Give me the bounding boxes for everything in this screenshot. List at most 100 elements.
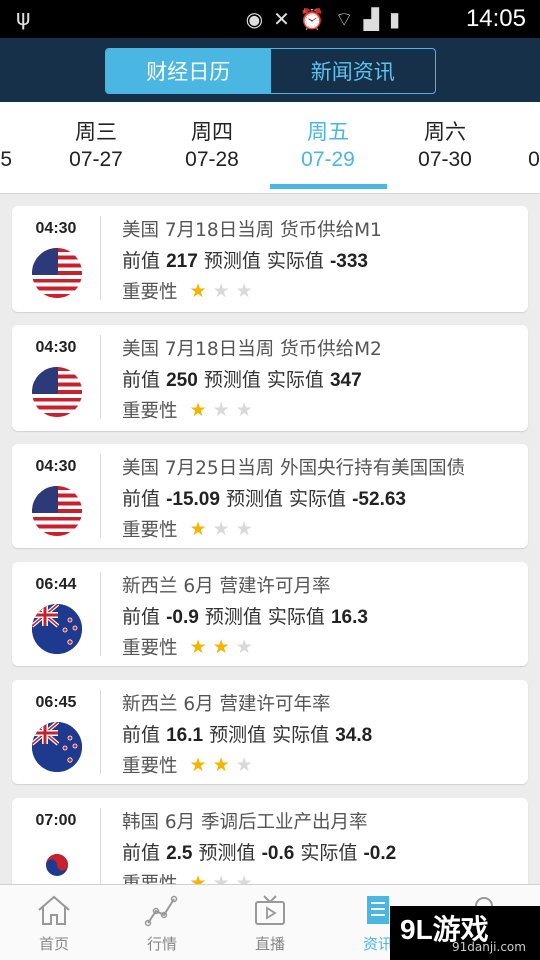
importance-stars: ★ ★ ★ — [189, 871, 253, 884]
event-time: 06:44 — [35, 576, 77, 593]
importance-stars: ★ ★ ★ — [190, 517, 253, 540]
star-icon: ★ — [235, 517, 253, 540]
actual-label: 实际值 — [272, 724, 330, 746]
actual-value: -333 — [329, 251, 368, 272]
actual-label: 实际值 — [266, 250, 324, 272]
star-icon: ★ — [235, 279, 253, 302]
actual-value: -52.63 — [352, 489, 406, 510]
selected-date-indicator — [270, 184, 387, 189]
event-card[interactable]: 06:44 新西兰 6月 营建许可月率 前值 -0.9 预测值 实际值 16.3… — [12, 562, 528, 666]
forecast-label: 预测值 — [198, 842, 256, 864]
event-card[interactable]: 04:30 美国 7月25日当周 外国央行持有美国国债 前值 -15.09 预测… — [12, 444, 528, 548]
event-card[interactable]: 04:30 美国 7月18日当周 货币供给M2 前值 250 预测值 实际值 3… — [12, 325, 528, 431]
star-icon: ★ — [212, 635, 230, 658]
watermark-site: 91danji.com — [452, 940, 526, 954]
alarm-icon: ⏰ — [299, 7, 325, 31]
forecast-label: 预测值 — [203, 250, 261, 272]
importance-row: 重要性 ★ ★ ★ — [122, 870, 253, 884]
status-icons: ◉ ✕ ⏰ ⌔ ▟ ▮ — [246, 7, 400, 32]
nav-live[interactable]: 直播 — [216, 885, 324, 960]
tab-calendar[interactable]: 财经日历 — [106, 49, 271, 93]
event-time: 07:00 — [35, 812, 77, 829]
usb-icon: ψ — [16, 6, 31, 31]
nz-flag-graphic — [32, 722, 82, 772]
star-icon: ★ — [212, 279, 230, 302]
date-weekday: 周五 — [307, 120, 349, 144]
event-title: 新西兰 6月 营建许可月率 — [122, 576, 331, 597]
date-weekday: 周四 — [191, 120, 233, 144]
prev-label: 前值 — [122, 488, 161, 510]
nav-label: 直播 — [254, 935, 285, 953]
card-divider — [100, 335, 101, 419]
date-weekday — [476, 116, 540, 148]
kr-flag-icon — [32, 840, 82, 884]
battery-icon: ▮ — [388, 7, 400, 31]
date-item[interactable]: 周三 07-27 — [38, 116, 154, 172]
star-icon: ★ — [189, 871, 207, 884]
card-divider — [100, 454, 101, 538]
wifi-icon: ⌔ — [334, 7, 354, 31]
event-values: 前值 217 预测值 实际值 -333 — [122, 246, 368, 273]
forecast-label: 预测值 — [204, 606, 262, 628]
prev-label: 前值 — [122, 842, 161, 864]
kr-flag-graphic — [32, 840, 82, 884]
date-item[interactable]: 周四 07-28 — [154, 116, 270, 172]
forecast-label: 预测值 — [203, 369, 261, 391]
actual-value: -0.2 — [363, 843, 397, 864]
event-card[interactable]: 04:30 美国 7月18日当周 货币供给M1 前值 217 预测值 实际值 -… — [12, 206, 528, 312]
event-card[interactable]: 06:45 新西兰 6月 营建许可年率 前值 16.1 预测值 实际值 34.8… — [12, 680, 528, 784]
date-value: 07-29 — [301, 148, 355, 171]
actual-label: 实际值 — [266, 369, 324, 391]
date-item[interactable]: 0 — [476, 116, 540, 172]
event-list[interactable]: 04:30 美国 7月18日当周 货币供给M1 前值 217 预测值 实际值 -… — [0, 194, 540, 884]
actual-label: 实际值 — [289, 488, 347, 510]
date-strip: 5 周三 07-27 周四 07-28 周五 07-29 周六 07-30 0 — [0, 102, 540, 194]
prev-value: 2.5 — [166, 843, 193, 864]
tab-news[interactable]: 新闻资讯 — [271, 49, 436, 93]
nav-market[interactable]: 行情 — [108, 885, 216, 960]
actual-value: 34.8 — [335, 725, 373, 746]
star-icon: ★ — [235, 753, 253, 776]
importance-stars: ★ ★ ★ — [189, 753, 253, 776]
nz-flag-icon — [32, 604, 82, 654]
date-weekday: 周三 — [75, 120, 117, 144]
mute-icon: ✕ — [273, 7, 290, 31]
us-flag-icon — [32, 486, 82, 536]
importance-row: 重要性 ★ ★ ★ — [122, 752, 253, 778]
importance-stars: ★ ★ ★ — [190, 398, 253, 421]
importance-label: 重要性 — [122, 282, 178, 303]
event-values: 前值 -15.09 预测值 实际值 -52.63 — [122, 484, 406, 511]
event-values: 前值 16.1 预测值 实际值 34.8 — [122, 720, 372, 747]
forecast-value: -0.6 — [261, 843, 295, 864]
star-icon: ★ — [189, 753, 207, 776]
prev-label: 前值 — [122, 250, 161, 272]
star-icon: ★ — [235, 635, 253, 658]
status-bar: ψ ◉ ✕ ⏰ ⌔ ▟ ▮ 14:05 — [0, 0, 540, 38]
nav-home[interactable]: 首页 — [0, 885, 108, 960]
importance-label: 重要性 — [122, 870, 178, 884]
date-value: 5 — [0, 148, 12, 171]
star-icon: ★ — [212, 753, 230, 776]
event-title: 美国 7月18日当周 货币供给M2 — [122, 339, 382, 360]
date-item[interactable]: 5 — [0, 116, 12, 172]
event-values: 前值 250 预测值 实际值 347 — [122, 365, 362, 392]
star-icon: ★ — [212, 398, 230, 421]
importance-label: 重要性 — [122, 756, 178, 777]
date-item-selected[interactable]: 周五 07-29 — [270, 116, 386, 172]
event-time: 04:30 — [35, 220, 77, 237]
card-divider — [100, 216, 101, 300]
star-icon: ★ — [212, 517, 230, 540]
event-card[interactable]: 07:00 韩国 6月 季调后工业产出月率 前值 2.5 预测值 -0.6 实际… — [12, 798, 528, 884]
card-divider — [100, 572, 101, 656]
prev-label: 前值 — [122, 724, 161, 746]
actual-label: 实际值 — [267, 606, 325, 628]
signal-icon: ▟ — [363, 7, 379, 31]
date-value: 07-28 — [185, 148, 239, 171]
event-values: 前值 2.5 预测值 -0.6 实际值 -0.2 — [122, 838, 396, 865]
nz-flag-graphic — [32, 604, 82, 654]
event-title: 新西兰 6月 营建许可年率 — [122, 694, 331, 715]
actual-value: 16.3 — [330, 607, 368, 628]
importance-row: 重要性 ★ ★ ★ — [122, 634, 253, 660]
star-icon: ★ — [235, 871, 253, 884]
app-header: 财经日历 新闻资讯 — [0, 38, 540, 102]
